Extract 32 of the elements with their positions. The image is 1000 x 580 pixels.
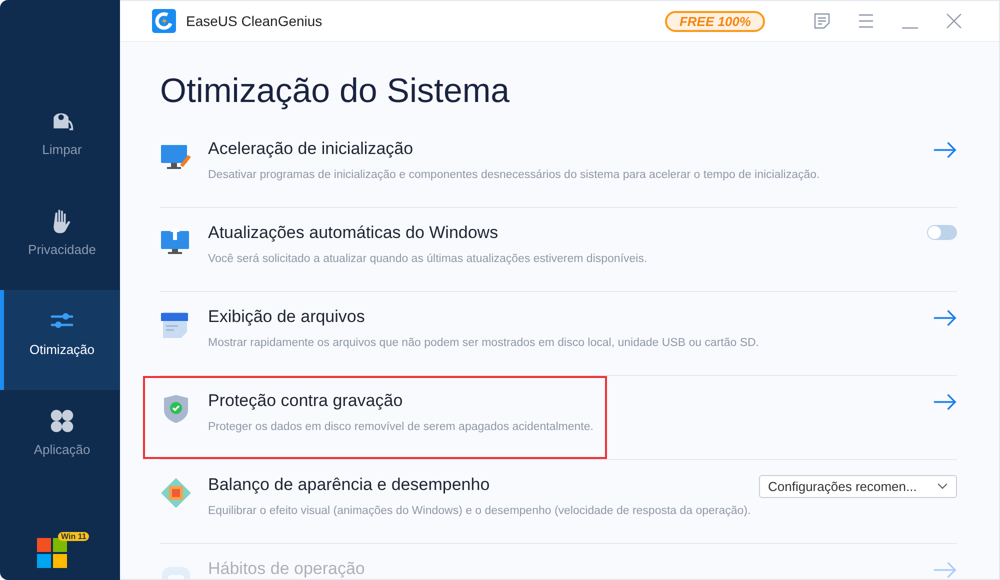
os-badge: Win 11: [58, 532, 90, 541]
option-title: Proteção contra gravação: [208, 391, 404, 411]
option-title: Exibição de arquivos: [208, 307, 366, 327]
option-title: Atualizações automáticas do Windows: [208, 223, 500, 243]
sidebar-item[interactable]: Privacidade: [0, 190, 120, 290]
close-icon[interactable]: [945, 12, 963, 30]
app-logo-icon: [152, 9, 176, 33]
menu-icon[interactable]: [857, 12, 875, 30]
option-description: Equilibrar o efeito visual (animações do Windows) e o desempenho (velocidade de resposta da operação).: [208, 505, 752, 517]
caret-icon: [937, 483, 948, 490]
sidebar-item[interactable]: Limpar: [0, 90, 120, 190]
app-title: EaseUS CleanGenius: [186, 13, 324, 29]
arrow-right-icon[interactable]: [933, 309, 957, 327]
sidebar-item[interactable]: Otimização: [0, 290, 120, 390]
settings-dropdown[interactable]: Configurações recomen...: [759, 475, 957, 498]
option-description: Proteger os dados em disco removível de serem apagados acidentalmente.: [208, 421, 594, 433]
option-description: Desativar programas de inicialização e componentes desnecessários do sistema para acelerar o tempo de inicialização.: [208, 169, 821, 181]
option-description: Você será solicitado a atualizar quando as últimas atualizações estiverem disponíveis.: [208, 253, 648, 265]
option-description: Mostrar rapidamente os arquivos que não podem ser mostrados em disco local, unidade USB ou cartão SD.: [208, 337, 760, 349]
page-heading: Otimização do Sistema: [160, 71, 511, 112]
monitor-upload-icon: [160, 225, 192, 257]
chip-icon: [160, 477, 192, 509]
sidebar-item[interactable]: Aplicação: [0, 390, 120, 490]
arrow-right-icon[interactable]: [933, 393, 957, 411]
four-circles-icon: [49, 408, 75, 434]
option-title: Hábitos de operação: [208, 559, 366, 579]
option-title: Aceleração de inicialização: [208, 139, 414, 159]
option-title: Balanço de aparência e desempenho: [208, 475, 491, 495]
feedback-icon[interactable]: [813, 12, 831, 30]
toggle-switch[interactable]: [927, 225, 957, 240]
arrow-right-icon[interactable]: [933, 141, 957, 159]
windows-logo-icon: [37, 538, 67, 568]
